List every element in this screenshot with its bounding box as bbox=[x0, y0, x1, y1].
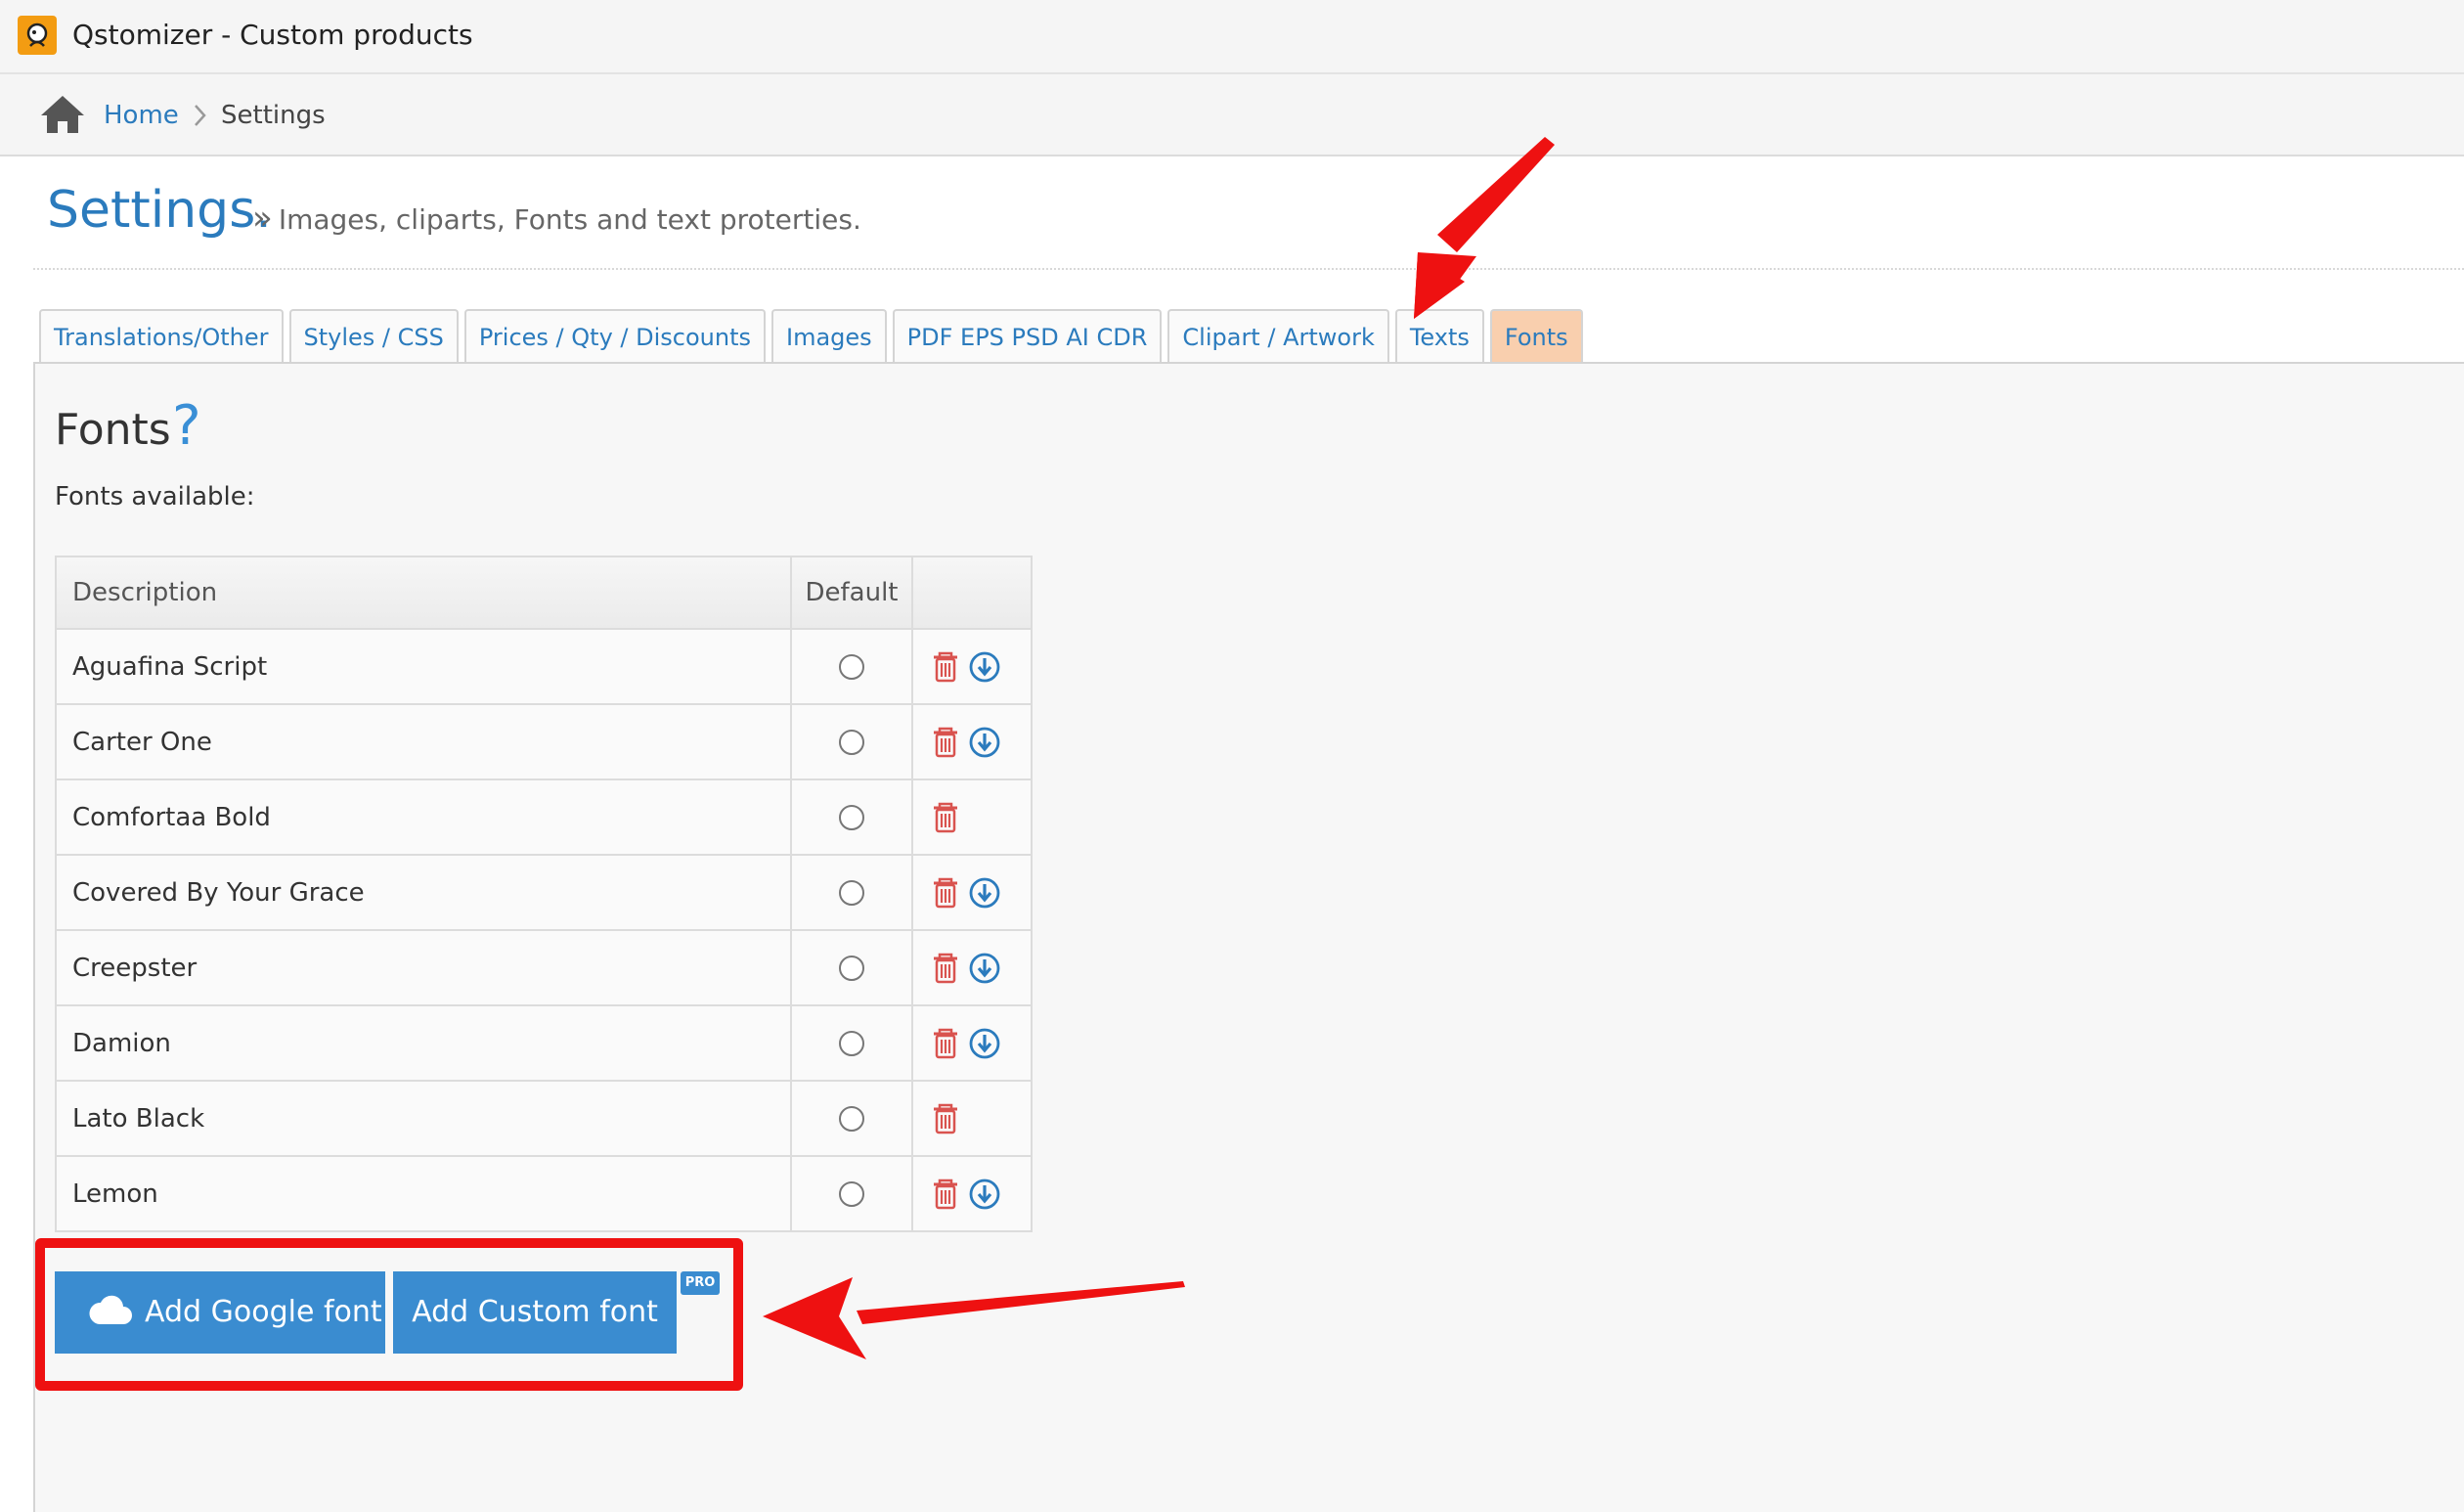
add-google-font-label: Add Google font bbox=[145, 1295, 382, 1329]
column-header-actions bbox=[911, 556, 1033, 630]
download-circle-icon[interactable] bbox=[968, 952, 1001, 985]
actions-cell bbox=[911, 628, 1033, 705]
tab-clipart[interactable]: Clipart / Artwork bbox=[1167, 309, 1389, 362]
default-cell bbox=[790, 854, 913, 931]
actions-cell bbox=[911, 1004, 1033, 1082]
actions-cell bbox=[911, 778, 1033, 856]
trash-icon[interactable] bbox=[929, 952, 962, 985]
font-name: Carter One bbox=[55, 703, 792, 780]
font-name: Aguafina Script bbox=[55, 628, 792, 705]
font-name: Damion bbox=[55, 1004, 792, 1082]
font-name: Comfortaa Bold bbox=[55, 778, 792, 856]
actions-cell bbox=[911, 1080, 1033, 1157]
download-circle-icon[interactable] bbox=[968, 1178, 1001, 1211]
default-cell bbox=[790, 1004, 913, 1082]
default-font-radio[interactable] bbox=[839, 956, 864, 981]
row-actions bbox=[913, 952, 1031, 985]
tab-images[interactable]: Images bbox=[770, 309, 887, 362]
row-actions bbox=[913, 650, 1031, 684]
buttons-annotation-arrow bbox=[763, 1277, 1185, 1359]
add-custom-font-label: Add Custom font bbox=[412, 1295, 658, 1329]
row-actions bbox=[913, 876, 1031, 910]
add-custom-font-button[interactable]: Add Custom font bbox=[393, 1271, 677, 1354]
trash-icon[interactable] bbox=[929, 801, 962, 834]
table-row: Creepster bbox=[55, 929, 1033, 1006]
app-title-bar: Qstomizer - Custom products bbox=[0, 0, 2464, 74]
table-row: Covered By Your Grace bbox=[55, 854, 1033, 931]
font-name: Lemon bbox=[55, 1155, 792, 1232]
default-font-radio[interactable] bbox=[839, 880, 864, 906]
breadcrumb-home-link[interactable]: Home bbox=[104, 96, 179, 135]
default-font-radio[interactable] bbox=[839, 654, 864, 680]
double-chevron-icon: » bbox=[252, 199, 273, 238]
pro-badge: PRO bbox=[681, 1271, 720, 1295]
app-logo-icon bbox=[18, 16, 57, 55]
home-icon[interactable] bbox=[39, 94, 86, 135]
add-google-font-button[interactable]: Add Google font bbox=[55, 1271, 385, 1354]
default-cell bbox=[790, 1155, 913, 1232]
table-row: Lemon bbox=[55, 1155, 1033, 1232]
table-row: Aguafina Script bbox=[55, 628, 1033, 705]
tab-translations[interactable]: Translations/Other bbox=[39, 309, 284, 362]
header-divider bbox=[33, 268, 2464, 270]
help-icon[interactable]: ? bbox=[172, 395, 201, 458]
fonts-tab-annotation-arrow bbox=[1414, 137, 1555, 319]
table-row: Damion bbox=[55, 1004, 1033, 1082]
table-header-row: Description Default bbox=[55, 556, 1033, 630]
table-row: Comfortaa Bold bbox=[55, 778, 1033, 856]
actions-cell bbox=[911, 854, 1033, 931]
breadcrumb: Home Settings bbox=[0, 74, 2464, 156]
cloud-icon bbox=[89, 1295, 132, 1324]
table-row: Lato Black bbox=[55, 1080, 1033, 1157]
default-font-radio[interactable] bbox=[839, 1106, 864, 1132]
trash-icon[interactable] bbox=[929, 650, 962, 684]
fonts-heading: Fonts bbox=[55, 405, 171, 455]
tab-styles-css[interactable]: Styles / CSS bbox=[288, 309, 459, 362]
row-actions bbox=[913, 726, 1031, 759]
default-font-radio[interactable] bbox=[839, 805, 864, 830]
app-title: Qstomizer - Custom products bbox=[72, 19, 473, 51]
page-subtitle-text: Images, cliparts, Fonts and text protert… bbox=[278, 203, 861, 236]
tab-prices[interactable]: Prices / Qty / Discounts bbox=[463, 309, 766, 362]
actions-cell bbox=[911, 929, 1033, 1006]
download-circle-icon[interactable] bbox=[968, 876, 1001, 910]
trash-icon[interactable] bbox=[929, 1178, 962, 1211]
actions-cell bbox=[911, 703, 1033, 780]
settings-tabs: Translations/Other Styles / CSS Prices /… bbox=[39, 309, 1583, 364]
default-cell bbox=[790, 929, 913, 1006]
default-font-radio[interactable] bbox=[839, 1181, 864, 1207]
fonts-table: Description Default Aguafina Script Carte… bbox=[55, 556, 1033, 1232]
page-title: Settings. bbox=[47, 181, 272, 240]
trash-icon[interactable] bbox=[929, 1102, 962, 1135]
font-name: Creepster bbox=[55, 929, 792, 1006]
trash-icon[interactable] bbox=[929, 1027, 962, 1060]
trash-icon[interactable] bbox=[929, 876, 962, 910]
row-actions bbox=[913, 1178, 1031, 1211]
default-cell bbox=[790, 628, 913, 705]
table-row: Carter One bbox=[55, 703, 1033, 780]
default-cell bbox=[790, 703, 913, 780]
download-circle-icon[interactable] bbox=[968, 650, 1001, 684]
tab-pdf-eps[interactable]: PDF EPS PSD AI CDR bbox=[892, 309, 1163, 362]
row-actions bbox=[913, 1102, 1031, 1135]
download-circle-icon[interactable] bbox=[968, 726, 1001, 759]
column-header-description: Description bbox=[55, 556, 792, 630]
default-cell bbox=[790, 1080, 913, 1157]
column-header-default: Default bbox=[790, 556, 913, 630]
default-cell bbox=[790, 778, 913, 856]
fonts-available-label: Fonts available: bbox=[55, 482, 255, 511]
actions-cell bbox=[911, 1155, 1033, 1232]
row-actions bbox=[913, 801, 1031, 834]
trash-icon[interactable] bbox=[929, 726, 962, 759]
default-font-radio[interactable] bbox=[839, 1031, 864, 1056]
font-name: Covered By Your Grace bbox=[55, 854, 792, 931]
page-subtitle: » Images, cliparts, Fonts and text proter… bbox=[252, 196, 861, 243]
chevron-right-icon bbox=[195, 105, 206, 126]
default-font-radio[interactable] bbox=[839, 730, 864, 755]
breadcrumb-current: Settings bbox=[221, 101, 326, 130]
download-circle-icon[interactable] bbox=[968, 1027, 1001, 1060]
row-actions bbox=[913, 1027, 1031, 1060]
font-name: Lato Black bbox=[55, 1080, 792, 1157]
